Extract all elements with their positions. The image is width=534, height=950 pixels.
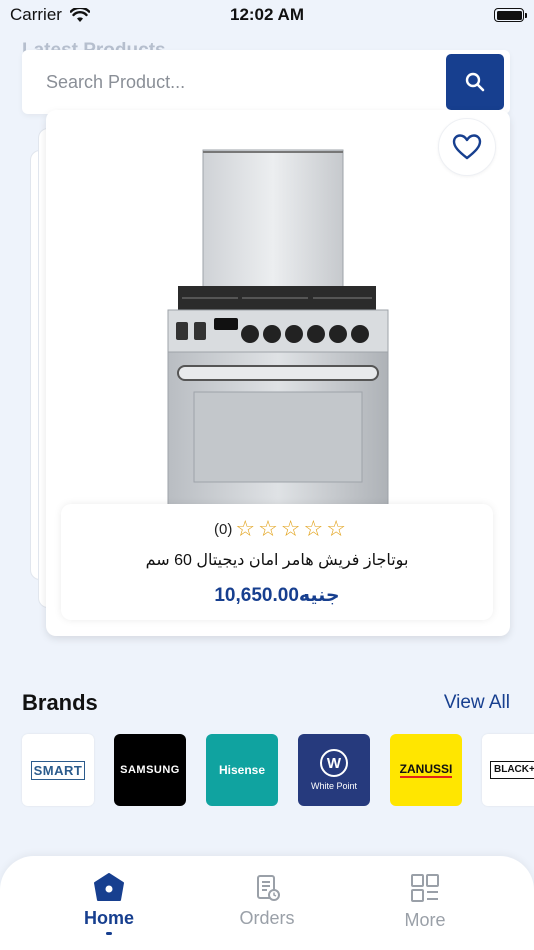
nav-label-more: More [404, 910, 446, 930]
star-outline-icon: ☆ [258, 516, 278, 541]
star-outline-icon: ☆ [326, 516, 346, 541]
brand-tile-zanussi[interactable]: ZANUSSI [390, 734, 462, 806]
brands-title: Brands [22, 690, 98, 715]
heart-icon [452, 134, 482, 160]
search-icon [465, 72, 485, 92]
brand-logo-hisense: Hisense [218, 763, 266, 777]
home-icon [94, 873, 124, 901]
nav-active-indicator [106, 932, 112, 935]
orders-icon [257, 875, 280, 901]
search-bar [22, 50, 510, 114]
product-price: جنيه10,650.00 [214, 585, 340, 606]
nav-label-home: Home [83, 908, 134, 928]
bottom-nav: Home Orders More [0, 856, 534, 950]
product-image [167, 149, 389, 508]
nav-item-orders[interactable]: Orders [212, 856, 322, 950]
nav-label-orders: Orders [239, 908, 295, 928]
white-point-logo-icon: W [320, 749, 348, 777]
favorite-button[interactable] [438, 118, 496, 176]
search-button[interactable] [446, 54, 504, 110]
nav-item-home[interactable]: Home [54, 856, 164, 950]
search-input[interactable] [46, 71, 510, 93]
wifi-icon [69, 7, 90, 22]
brand-tile-white-point[interactable]: W White Point [298, 734, 370, 806]
star-outline-icon: ☆ [280, 516, 301, 541]
star-outline-icon: ☆ [303, 516, 324, 541]
product-card[interactable]: (0) ☆ ☆ ☆ ☆ ☆ بوتاجاز فريش هامر امان ديج… [46, 110, 510, 636]
status-bar: Carrier 12:02 AM [0, 0, 534, 30]
carrier-label: Carrier [10, 5, 62, 24]
brand-logo-white-point: White Point [310, 781, 358, 791]
battery-icon [494, 8, 527, 22]
view-all-link[interactable]: View All [444, 692, 510, 714]
brand-logo-black-decker: BLACK+DECKER [490, 761, 534, 779]
brand-logo-zanussi: ZANUSSI [399, 762, 453, 778]
brand-tile-samsung[interactable]: SAMSUNG [114, 734, 186, 806]
product-info-panel[interactable]: (0) ☆ ☆ ☆ ☆ ☆ بوتاجاز فريش هامر امان ديج… [61, 504, 493, 620]
nav-item-more[interactable]: More [370, 856, 480, 950]
brand-tile-smart[interactable]: SMART [22, 734, 94, 806]
rating-row: (0) ☆ ☆ ☆ ☆ ☆ [61, 518, 493, 540]
rating-count: (0) [213, 520, 233, 538]
status-left: Carrier [10, 5, 90, 25]
brand-tile-black-decker[interactable]: BLACK+DECKER [482, 734, 534, 806]
product-name: بوتاجاز فريش هامر امان ديجيتال 60 سم [145, 552, 409, 569]
brand-logo-smart: SMART [30, 760, 86, 780]
more-grid-icon [411, 874, 439, 902]
brand-logo-samsung: SAMSUNG [120, 764, 180, 776]
brand-tile-hisense[interactable]: Hisense [206, 734, 278, 806]
star-outline-icon: ☆ [235, 516, 256, 541]
